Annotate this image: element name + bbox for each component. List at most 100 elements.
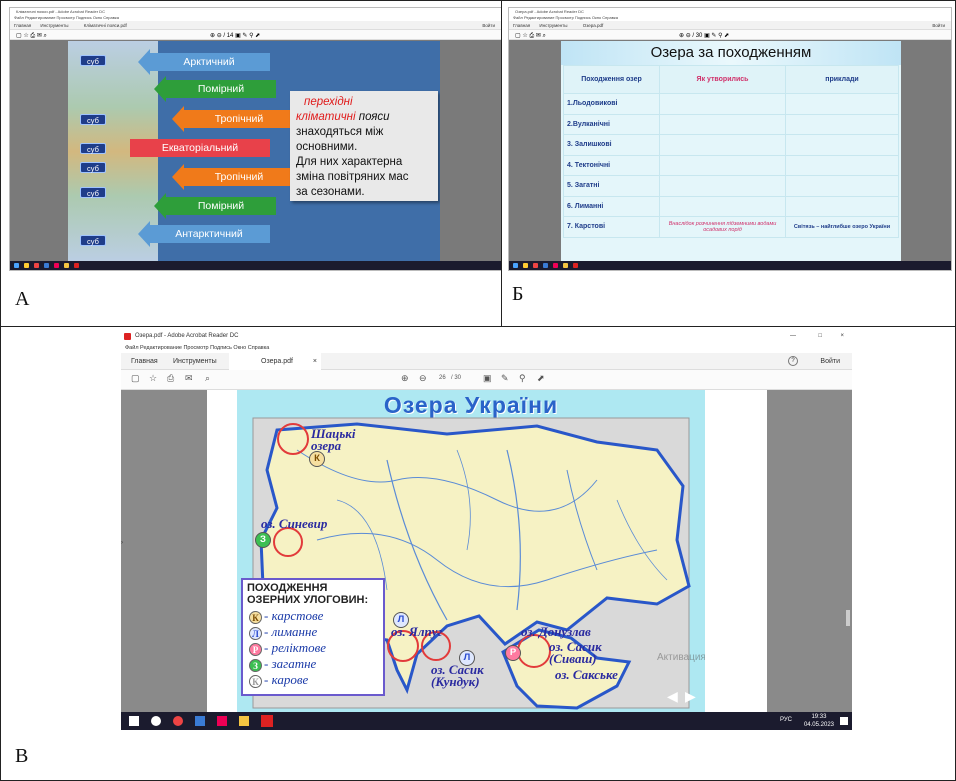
app-icon[interactable] <box>24 263 29 268</box>
toolbar: ▢ ☆ ⎙ ✉ ⌕ ⊕ ⊖ / 14 ▣ ✎ ⚲ ⬈ <box>10 30 501 40</box>
scrollbar[interactable] <box>846 610 850 626</box>
tab-home[interactable]: Главная <box>513 23 530 28</box>
folder-icon[interactable] <box>239 716 249 726</box>
note-line-3: знаходяться між <box>296 126 384 138</box>
how-cell <box>659 113 786 135</box>
relict-badge: Р <box>505 645 521 661</box>
band-temperate-north: Помірний <box>166 80 276 98</box>
taskbar: РУС 19:33 04.05.2023 <box>121 712 852 730</box>
window-title: Озера.pdf - Adobe Acrobat Reader DC <box>509 8 951 15</box>
search-icon[interactable]: ⌕ <box>205 373 210 384</box>
page-down-icon[interactable]: ⊖ <box>419 373 427 384</box>
note-line-7: за сезонами. <box>296 186 365 198</box>
bookmark-icon[interactable]: ☆ <box>149 373 157 384</box>
windows-activation-watermark: Активация Windows <box>657 652 705 663</box>
table-row: 2.Вулканічні <box>563 113 899 135</box>
app-icon[interactable] <box>553 263 558 268</box>
save-icon[interactable]: ▢ ☆ ⎙ ✉ ⌕ <box>16 32 47 40</box>
save-icon[interactable]: ▢ <box>131 373 140 384</box>
comment-icon[interactable]: ▣ <box>483 373 492 384</box>
folder-icon[interactable] <box>64 263 69 268</box>
origin-cell: 7. Карстові <box>563 216 660 238</box>
clock[interactable]: 19:33 04.05.2023 <box>804 713 834 729</box>
prev-page-arrow[interactable]: ◀ <box>667 688 678 705</box>
tab-document[interactable]: Кліматичні пояси.pdf <box>84 23 127 28</box>
app-icon[interactable] <box>217 716 227 726</box>
notifications-icon[interactable] <box>840 717 848 725</box>
start-icon[interactable] <box>14 263 19 268</box>
liman-mark: Л <box>249 626 262 640</box>
toolbar: ▢ ☆ ⎙ ✉ ⌕ ⊕ ⊖ / 30 ▣ ✎ ⚲ ⬈ <box>509 30 951 40</box>
share-icon[interactable]: ⬈ <box>537 373 545 384</box>
lakes-table: Походження озер Як утворились приклади 1… <box>563 65 899 238</box>
chrome-icon[interactable] <box>34 263 39 268</box>
arrow-head-5 <box>154 193 166 219</box>
acrobat-window-c: Озера.pdf - Adobe Acrobat Reader DC — □ … <box>121 330 852 730</box>
legend-text: - реліктове <box>264 640 327 655</box>
tab-tools[interactable]: Инструменты <box>40 23 68 28</box>
how-cell <box>659 134 786 156</box>
save-icon[interactable]: ▢ ☆ ⎙ ✉ ⌕ <box>515 32 546 40</box>
tab-document-label: Озера.pdf <box>261 358 293 365</box>
start-icon[interactable] <box>129 716 139 726</box>
slide-note: перехідні кліматичні пояси знаходяться м… <box>290 91 438 201</box>
language-indicator[interactable]: РУС <box>780 717 792 723</box>
sign-in-button[interactable]: Войти <box>932 21 945 29</box>
acrobat-icon[interactable] <box>261 715 273 727</box>
sign-in-button[interactable]: Войти <box>482 21 495 29</box>
email-icon[interactable]: ✉ <box>185 373 193 384</box>
tab-document[interactable]: Озера.pdf × <box>229 353 321 370</box>
legend-item-relict: Р- реліктове <box>243 640 383 656</box>
close-button[interactable]: × <box>840 330 844 343</box>
chrome-icon[interactable] <box>533 263 538 268</box>
next-page-arrow[interactable]: ▶ <box>685 688 696 705</box>
note-line-4: основними. <box>296 141 358 153</box>
maximize-button[interactable]: □ <box>818 330 822 343</box>
sign-in-button[interactable]: Войти <box>820 353 840 370</box>
menu-bar[interactable]: Файл Редактирование Просмотр Подпись Окн… <box>121 343 852 353</box>
shatsk-lakes-label: Шацькі озера <box>311 426 356 453</box>
how-cell <box>659 93 786 115</box>
legend-text: - загатне <box>264 656 317 671</box>
panel-a: Кліматичні пояси.pdf - Adobe Acrobat Rea… <box>0 0 502 327</box>
chrome-icon[interactable] <box>173 716 183 726</box>
window-title: Кліматичні пояси.pdf - Adobe Acrobat Rea… <box>10 8 501 15</box>
print-icon[interactable]: ⎙ <box>167 373 174 384</box>
tab-bar: Главная Инструменты Кліматичні пояси.pdf… <box>10 21 501 30</box>
pen-icon[interactable]: ✎ <box>501 373 509 384</box>
legend-title: ПОХОДЖЕННЯ ОЗЕРНИХ УЛОГОВИН: <box>247 582 369 606</box>
folder-icon[interactable] <box>563 263 568 268</box>
arrow-head-6 <box>138 221 150 247</box>
close-tab-icon[interactable]: × <box>313 353 317 370</box>
header-origin: Походження озер <box>563 65 660 94</box>
tab-tools[interactable]: Инструменты <box>539 23 567 28</box>
tab-document[interactable]: Озера.pdf <box>583 23 604 28</box>
page-up-icon[interactable]: ⊕ <box>401 373 409 384</box>
page-nav[interactable]: ⊕ ⊖ / 14 ▣ ✎ ⚲ ⬈ <box>210 32 260 39</box>
acrobat-icon[interactable] <box>573 263 578 268</box>
band-antarctic: Антарктичний <box>148 225 270 243</box>
page-number-input[interactable]: 26 <box>439 375 446 381</box>
saki-label: оз. Сакське <box>555 667 618 682</box>
sign-icon[interactable]: ⚲ <box>519 373 526 384</box>
app-icon[interactable] <box>523 263 528 268</box>
start-icon[interactable] <box>513 263 518 268</box>
help-icon[interactable]: ? <box>788 356 798 366</box>
example-cell <box>785 134 899 156</box>
minimize-button[interactable]: — <box>790 330 796 343</box>
app-icon[interactable] <box>54 263 59 268</box>
toolbar: ▢ ☆ ⎙ ✉ ⌕ ⊕ ⊖ 26 / 30 ▣ ✎ ⚲ ⬈ <box>121 370 852 390</box>
climate-slide: Арктичний Помірний Тропічний Екваторіаль… <box>68 41 440 262</box>
left-panel-toggle[interactable]: › <box>121 540 125 550</box>
app-icon[interactable] <box>195 716 205 726</box>
page-nav[interactable]: ⊕ ⊖ / 30 ▣ ✎ ⚲ ⬈ <box>679 32 729 39</box>
acrobat-icon[interactable] <box>74 263 79 268</box>
tab-tools[interactable]: Инструменты <box>173 353 217 370</box>
note-line-1: перехідні <box>304 96 353 108</box>
app-icon[interactable] <box>543 263 548 268</box>
legend-item-karst: К- карстове <box>243 608 383 624</box>
app-icon[interactable] <box>44 263 49 268</box>
search-taskbar-icon[interactable] <box>151 716 161 726</box>
tab-home[interactable]: Главная <box>131 353 158 370</box>
tab-home[interactable]: Главная <box>14 23 31 28</box>
